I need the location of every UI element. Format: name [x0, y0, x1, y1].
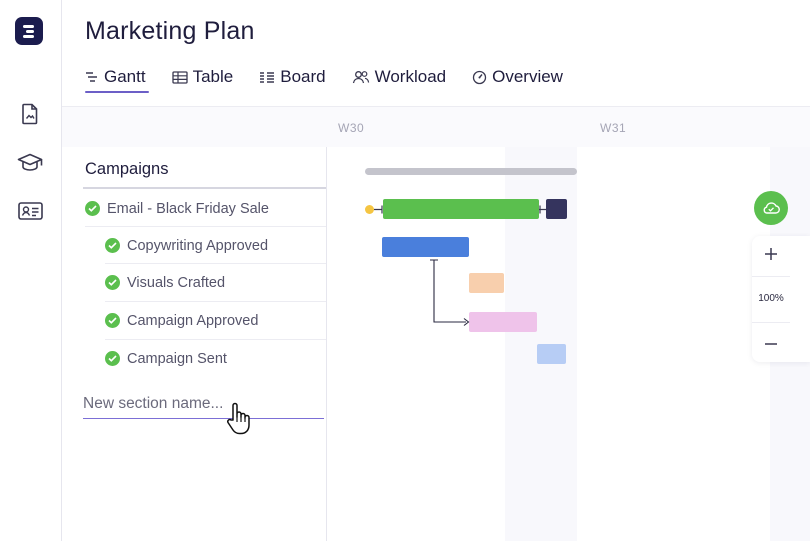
tab-gantt[interactable]: Gantt: [85, 64, 149, 93]
task-bar[interactable]: [382, 237, 469, 257]
week-label: W31: [600, 121, 627, 135]
task-row[interactable]: Email - Black Friday Sale: [85, 190, 269, 227]
cloud-sync-button[interactable]: [754, 191, 788, 225]
task-name: Campaign Sent: [127, 350, 227, 367]
minus-icon: [765, 343, 777, 345]
dependency-arrow[interactable]: [428, 257, 472, 327]
tab-workload[interactable]: Workload: [352, 64, 447, 90]
check-circle-icon[interactable]: [105, 351, 120, 366]
tab-label: Overview: [492, 67, 563, 86]
section-divider: [83, 187, 326, 189]
graduation-cap-icon[interactable]: [17, 152, 43, 174]
milestone-marker[interactable]: [546, 199, 567, 219]
timeline-header: [62, 107, 810, 147]
tab-overview[interactable]: Overview: [472, 64, 563, 90]
zoom-out-button[interactable]: [752, 326, 790, 362]
zoom-divider: [752, 276, 790, 277]
task-bar[interactable]: [383, 199, 539, 219]
task-bar[interactable]: [537, 344, 566, 364]
tab-label: Workload: [374, 67, 447, 86]
page-title: Marketing Plan: [85, 17, 255, 45]
check-circle-icon[interactable]: [105, 313, 120, 328]
start-handle-icon[interactable]: [365, 205, 374, 214]
week-label: W30: [338, 121, 365, 135]
board-icon: [259, 71, 275, 84]
zoom-in-button[interactable]: [752, 236, 790, 272]
check-circle-icon[interactable]: [105, 238, 120, 253]
tab-label: Board: [280, 67, 326, 86]
check-circle-icon[interactable]: [85, 201, 100, 216]
hand-pointer-icon: [227, 402, 250, 435]
new-section-input[interactable]: [83, 390, 324, 419]
id-card-icon[interactable]: [17, 200, 43, 222]
cloud-check-icon: [763, 202, 780, 214]
task-name: Campaign Approved: [127, 312, 259, 329]
left-rail: [0, 0, 62, 541]
task-name: Email - Black Friday Sale: [107, 200, 269, 217]
document-icon[interactable]: [17, 103, 43, 125]
zoom-level: 100%: [758, 293, 784, 304]
check-circle-icon[interactable]: [105, 275, 120, 290]
table-icon: [171, 70, 188, 84]
overview-icon: [472, 70, 487, 85]
app-logo-icon[interactable]: [15, 17, 43, 45]
task-name: Copywriting Approved: [127, 237, 269, 254]
tab-label: Table: [192, 67, 234, 86]
tab-board[interactable]: Board: [259, 64, 326, 90]
section-title[interactable]: Campaigns: [85, 160, 168, 179]
task-row[interactable]: Copywriting Approved: [105, 227, 268, 264]
section-summary-bar[interactable]: [365, 168, 577, 175]
task-row[interactable]: Campaign Approved: [105, 302, 258, 339]
task-row[interactable]: Campaign Sent: [105, 340, 227, 377]
plus-icon: [765, 248, 777, 260]
task-bar[interactable]: [469, 312, 537, 332]
zoom-controls: 100%: [752, 236, 810, 362]
tab-label: Gantt: [104, 67, 146, 86]
view-tabs: Gantt Table Board Workload Overview: [85, 64, 589, 93]
zoom-divider: [752, 322, 790, 323]
task-bar[interactable]: [469, 273, 504, 293]
task-row[interactable]: Visuals Crafted: [105, 264, 225, 301]
gantt-icon: [85, 71, 99, 83]
tab-table[interactable]: Table: [171, 64, 234, 90]
task-name: Visuals Crafted: [127, 274, 226, 291]
workload-icon: [352, 70, 370, 84]
